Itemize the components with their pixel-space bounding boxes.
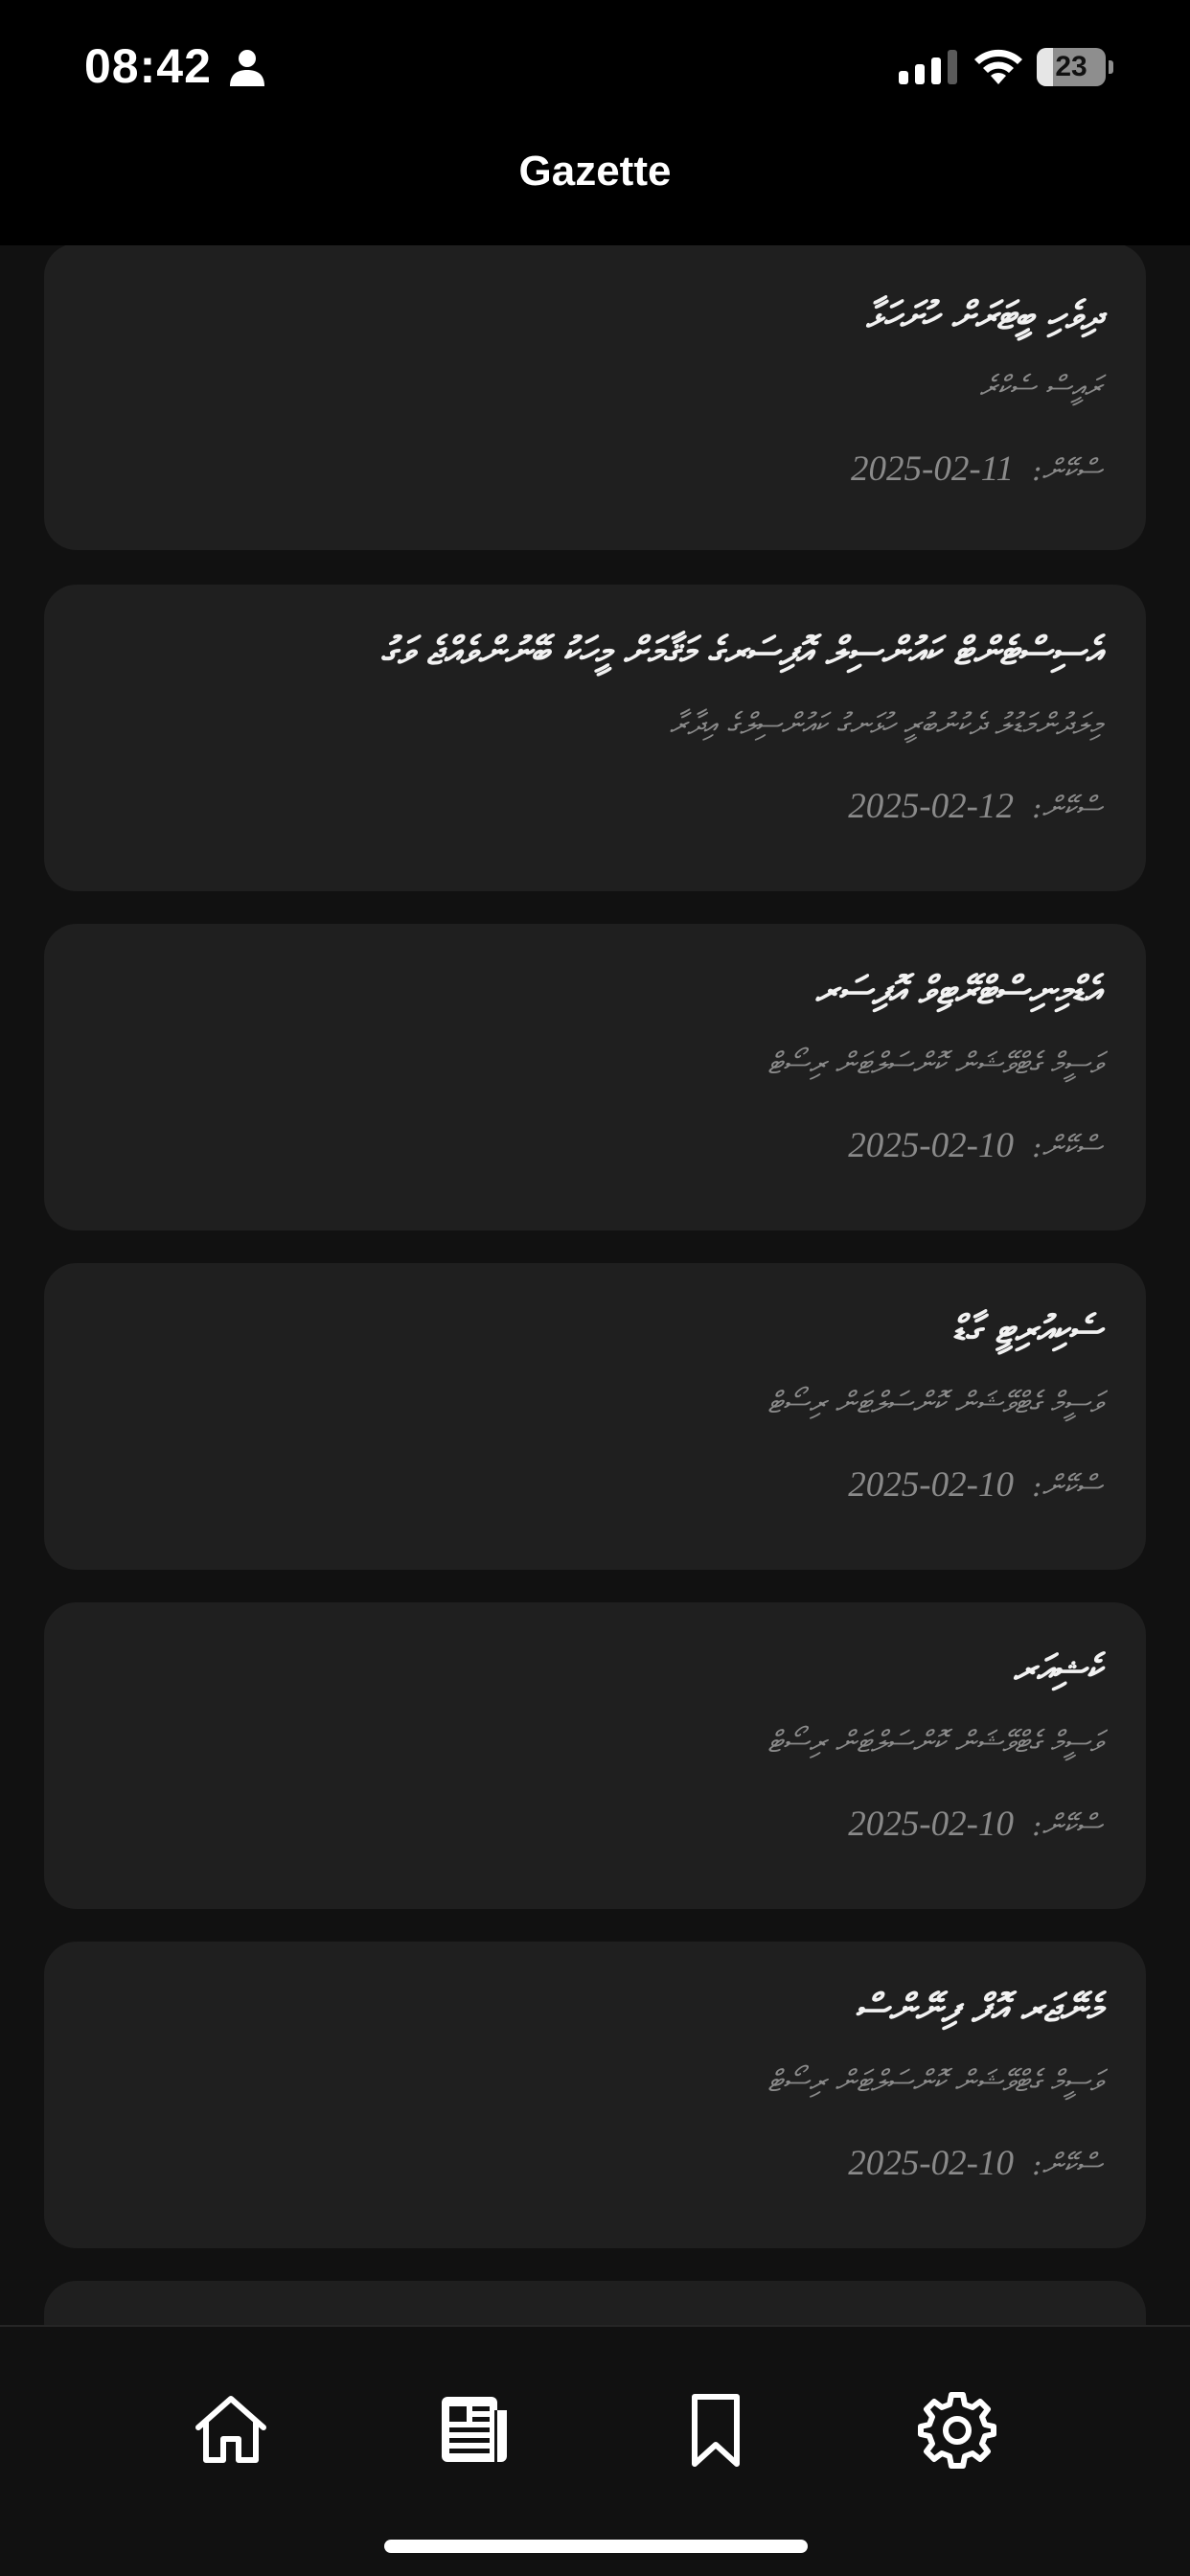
article-card[interactable]: މެނޭޖަރ އޮފް ފިނޭންސް ވަސީމް ގެޓްވޭޝަން …	[44, 1942, 1146, 2248]
battery-percentage: 23	[1055, 51, 1087, 82]
article-card[interactable]: ދިވެހި ބީޓަރަށް ހުށަހަޅާ ރައީސް ސެކްރެ ސ…	[44, 245, 1146, 550]
article-card[interactable]: އެސިސްޓެންޓް ކައުންސިލް އޮފިސަރގެ މަޤާމަ…	[44, 585, 1146, 891]
date-label: ސްކޭން:	[1032, 1808, 1102, 1843]
article-date-row: ސްކޭން: 2025-02-10	[848, 2143, 1102, 2184]
article-date: 2025-02-10	[848, 1805, 1014, 1844]
person-icon	[228, 48, 266, 88]
article-date-row: ސްކޭން: 2025-02-10	[848, 1125, 1102, 1166]
article-title: ކެޝިއަރ	[1013, 1646, 1102, 1691]
date-label: ސްކޭން:	[1032, 791, 1102, 825]
article-subtitle: ރައީސް ސެކްރެ	[979, 370, 1102, 404]
battery-icon: 23	[1037, 48, 1113, 86]
article-list[interactable]: ދިވެހި ބީޓަރަށް ހުށަހަޅާ ރައީސް ސެކްރެ ސ…	[0, 245, 1190, 2325]
tab-settings[interactable]	[904, 2377, 1010, 2482]
article-date: 2025-02-11	[851, 449, 1014, 489]
status-bar: 08:42 23	[0, 0, 1190, 134]
status-time: 08:42	[84, 39, 212, 93]
article-title: ދިވެހި ބީޓަރަށް ހުށަހަޅާ	[865, 293, 1102, 338]
article-subtitle: ވަސީމް ގެޓްވޭޝަން ކޮންސަލްޓަން ރިސޯޓް	[767, 1046, 1102, 1081]
article-subtitle: ވަސީމް ގެޓްވޭޝަން ކޮންސަލްޓަން ރިސޯޓް	[767, 1725, 1102, 1760]
home-indicator[interactable]	[384, 2540, 808, 2553]
wifi-icon	[972, 44, 1025, 86]
date-label: ސްކޭން:	[1032, 1469, 1102, 1504]
date-label: ސްކޭން:	[1032, 453, 1102, 488]
article-date-row: ސްކޭން: 2025-02-10	[848, 1804, 1102, 1845]
article-card-partial[interactable]	[44, 2281, 1146, 2325]
newspaper-icon	[442, 2397, 507, 2462]
article-card[interactable]: ސެކިއުރިޓީ ގާޑް ވަސީމް ގެޓްވޭޝަން ކޮންސަ…	[44, 1263, 1146, 1570]
article-date: 2025-02-10	[848, 2144, 1014, 2183]
article-title: އެޑްމިނިސްޓްރޭޓިވް އޮފިސަރ	[814, 968, 1102, 1013]
nav-header: Gazette	[0, 134, 1190, 245]
article-subtitle: މިލަދުންމަޑުލު ދެކުނުބުރީ ހުޅަނގު ކައުން…	[669, 707, 1102, 742]
cellular-signal-icon	[899, 50, 958, 84]
page-title: Gazette	[518, 148, 672, 195]
article-date-row: ސްކޭން: 2025-02-12	[848, 786, 1102, 827]
article-title: މެނޭޖަރ އޮފް ފިނޭންސް	[855, 1986, 1102, 2031]
article-date: 2025-02-10	[848, 1126, 1014, 1165]
gear-icon	[918, 2392, 996, 2469]
article-card[interactable]: އެޑްމިނިސްޓްރޭޓިވް އޮފިސަރ ވަސީމް ގެޓްވޭ…	[44, 924, 1146, 1230]
tab-bar	[0, 2325, 1190, 2576]
article-subtitle: ވަސީމް ގެޓްވޭޝަން ކޮންސަލްޓަން ރިސޯޓް	[767, 1386, 1102, 1420]
article-title: އެސިސްޓެންޓް ކައުންސިލް އޮފިސަރގެ މަޤާމަ…	[379, 629, 1102, 674]
date-label: ސްކޭން:	[1032, 1130, 1102, 1164]
tab-bookmarks[interactable]	[663, 2377, 768, 2482]
article-date-row: ސްކޭން: 2025-02-11	[851, 448, 1102, 490]
bookmark-icon	[692, 2394, 740, 2467]
article-subtitle: ވަސީމް ގެޓްވޭޝަން ކޮންސަލްޓަން ރިސޯޓް	[767, 2064, 1102, 2099]
article-date: 2025-02-12	[848, 787, 1014, 826]
date-label: ސްކޭން:	[1032, 2148, 1102, 2182]
article-date: 2025-02-10	[848, 1465, 1014, 1505]
home-icon	[195, 2396, 266, 2463]
article-title: ސެކިއުރިޓީ ގާޑް	[951, 1307, 1102, 1352]
article-date-row: ސްކޭން: 2025-02-10	[848, 1464, 1102, 1506]
tab-home[interactable]	[178, 2377, 284, 2482]
article-card[interactable]: ކެޝިއަރ ވަސީމް ގެޓްވޭޝަން ކޮންސަލްޓަން ރ…	[44, 1602, 1146, 1909]
tab-gazette[interactable]	[422, 2377, 527, 2482]
